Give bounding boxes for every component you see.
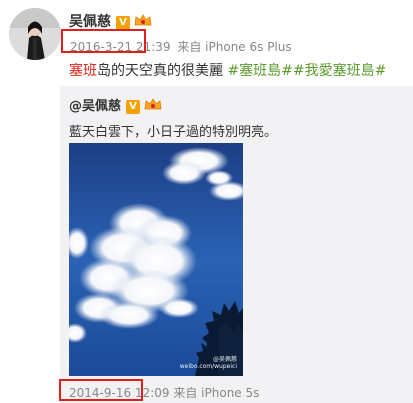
hashtag[interactable]: #我愛塞班島#: [293, 63, 386, 79]
avatar[interactable]: [9, 8, 61, 60]
repost-source-device[interactable]: iPhone 5s: [201, 386, 259, 400]
post-meta: 2016-3-21 21:39 来自 iPhone 6s Plus: [70, 38, 292, 55]
repost-author-row: @吴佩慈 V: [69, 95, 162, 114]
repost-author[interactable]: @吴佩慈: [69, 99, 121, 114]
repost-source-prefix: 来自: [173, 386, 198, 400]
verified-badge[interactable]: V: [116, 16, 130, 30]
post-text: 塞班岛的天空真的很美麗 #塞班島##我愛塞班島#: [69, 60, 386, 80]
weibo-post: 吴佩慈 V 2016-3-21 21:39 来自 iPhone 6s Plus 塞…: [0, 0, 413, 403]
author-name-row: 吴佩慈 V: [69, 11, 152, 31]
watermark-line-1: @吴佩慈: [212, 356, 237, 363]
image-watermark: @吴佩慈 weibo.com/wupeici: [180, 356, 237, 370]
sky-photo[interactable]: @吴佩慈 weibo.com/wupeici: [69, 143, 243, 376]
post-date[interactable]: 2016-3-21 21:39: [70, 40, 171, 54]
crown-icon[interactable]: [134, 13, 152, 27]
post-source-device[interactable]: iPhone 6s Plus: [205, 40, 291, 54]
repost-card: @吴佩慈 V 藍天白雲下，小日子過的特別明亮。 @吴佩慈 weibo.com/w…: [60, 86, 413, 403]
watermark-line-2: weibo.com/wupeici: [179, 363, 237, 370]
post-text-body: 岛的天空真的很美麗: [97, 63, 223, 79]
author-name[interactable]: 吴佩慈: [69, 14, 111, 30]
repost-text: 藍天白雲下，小日子過的特別明亮。: [69, 125, 278, 140]
post-text-highlight: 塞班: [69, 63, 97, 79]
repost-meta: 2014-9-16 12:09 来自 iPhone 5s: [69, 384, 259, 401]
post-source-prefix: 来自: [177, 40, 202, 54]
repost-date[interactable]: 2014-9-16 12:09: [69, 386, 170, 400]
crown-icon[interactable]: [144, 97, 162, 111]
hashtag[interactable]: #塞班島#: [227, 63, 292, 79]
verified-badge[interactable]: V: [126, 100, 141, 114]
